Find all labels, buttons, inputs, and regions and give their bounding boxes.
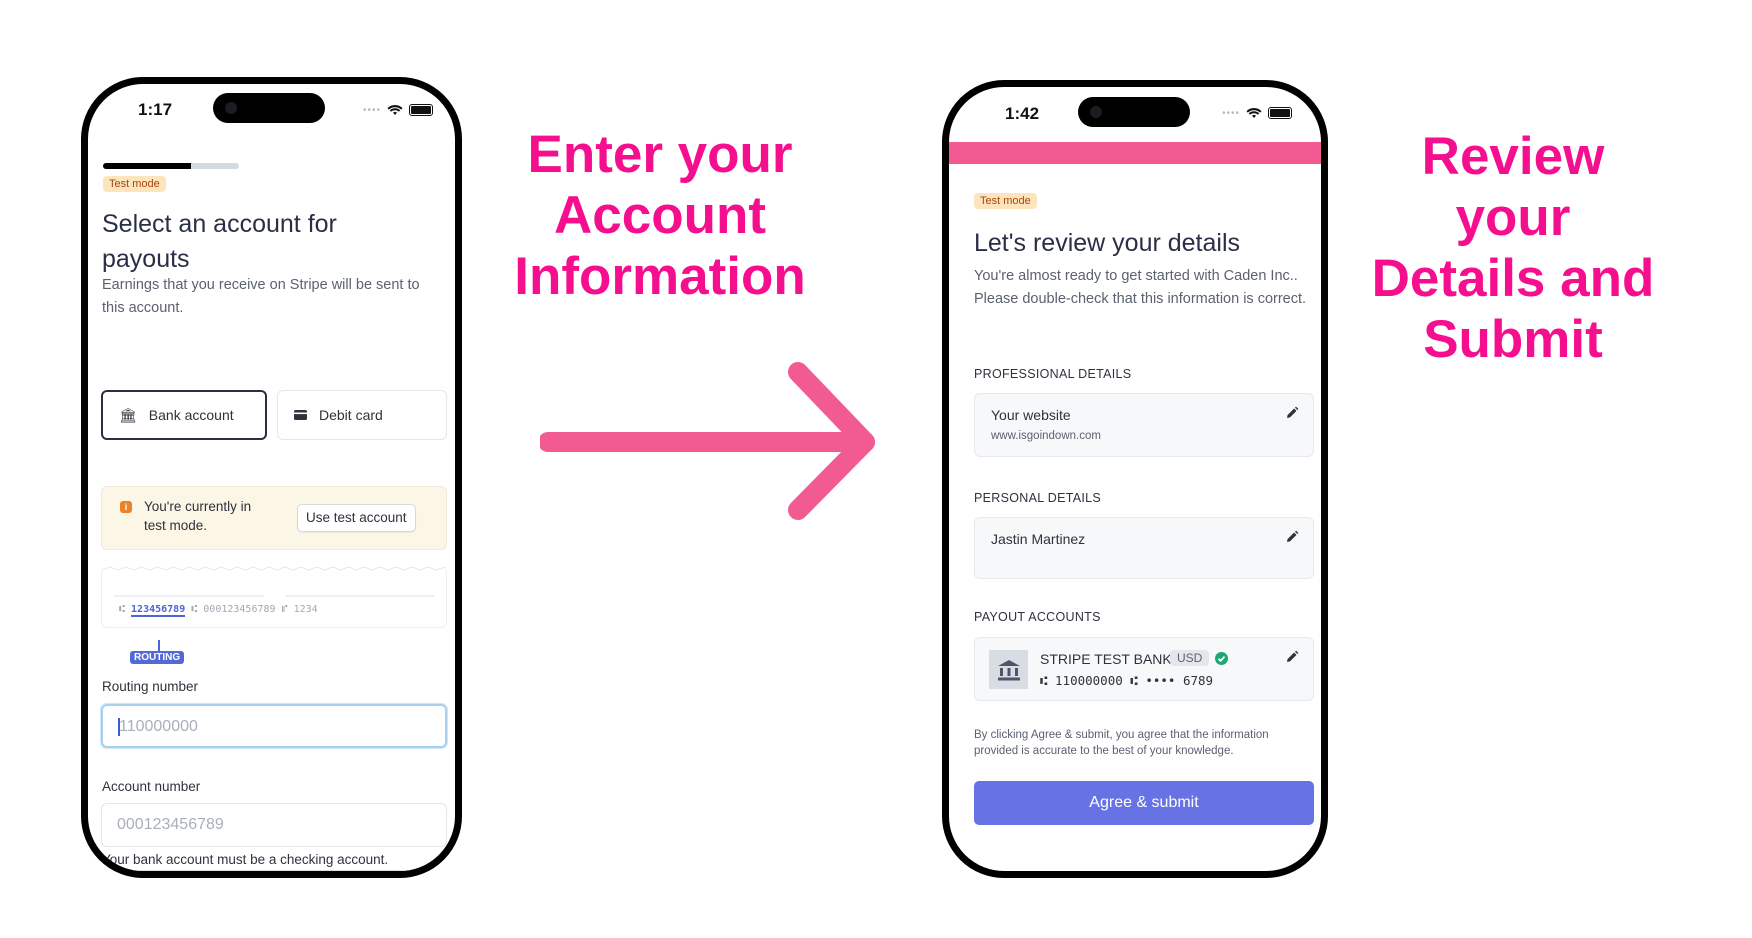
routing-tag: ROUTING (130, 651, 185, 664)
headline-line: Review (1421, 127, 1605, 186)
test-mode-badge: Test mode (974, 193, 1037, 209)
headline-line: Submit (1423, 310, 1603, 369)
wifi-icon (387, 105, 403, 115)
check-torn-edge (102, 566, 446, 571)
bank-numbers: ⑆ 110000000 ⑆ •••• 6789 (1040, 673, 1213, 688)
camera-icon (1090, 106, 1102, 118)
status-time: 1:42 (1005, 104, 1040, 123)
alert-text: You're currently in test mode. (144, 499, 252, 533)
account-number-input[interactable]: 000123456789 (101, 803, 447, 847)
routing-pointer (158, 640, 160, 651)
bank-icon: 🏛 (119, 406, 137, 423)
headline-line: Enter your (527, 125, 793, 184)
phone-right-review-details: 1:42 •••• Test mode Let's review your de… (942, 80, 1328, 878)
headline-line: your (1455, 188, 1571, 247)
micr-routing: 123456789 (131, 604, 186, 617)
phone-left-payout-setup: 1:17 •••• Test mode Select an account fo… (81, 77, 462, 878)
micr-check-number: 1234 (293, 604, 318, 615)
right-arrow-icon (540, 362, 875, 520)
transit-symbol-icon: ⑆ (1040, 673, 1056, 688)
bank-name: STRIPE TEST BANK (1040, 651, 1172, 667)
page-subtitle: You're almost ready to get started with … (974, 268, 1307, 307)
account-number-placeholder: 000123456789 (117, 816, 224, 833)
info-icon: i (120, 501, 132, 513)
wifi-icon (1246, 108, 1262, 118)
edit-pencil-icon[interactable] (1285, 650, 1299, 664)
check-line (285, 595, 435, 597)
progress-bar (103, 163, 239, 169)
tab-debit-card-label: Debit card (319, 407, 383, 423)
browser-bottom-bar (88, 870, 455, 871)
status-icons: •••• (1222, 107, 1293, 119)
routing-number-label: Routing number (102, 679, 199, 694)
use-test-account-button[interactable]: Use test account (297, 504, 416, 532)
bank-icon (989, 650, 1028, 689)
account-number-label: Account number (102, 779, 201, 794)
headline-review-submit: Review your Details and Submit (1355, 126, 1671, 370)
website-title: Your website (991, 407, 1071, 423)
onus-symbol-icon: ⑈ (281, 604, 294, 615)
currency-badge: USD (1170, 650, 1210, 666)
test-mode-badge: Test mode (103, 176, 166, 192)
page-title: Select an account for payouts (102, 210, 337, 273)
bank-routing: 110000000 (1055, 673, 1123, 688)
check-illustration: ⑆ 123456789 ⑆ 000123456789 ⑈ 1234 (101, 566, 447, 628)
website-card[interactable]: Your website www.isgoindown.com (974, 393, 1314, 457)
card-icon (294, 407, 307, 423)
tab-bank-account-label: Bank account (148, 407, 234, 423)
page-subtitle: Earnings that you receive on Stripe will… (102, 277, 420, 316)
headline-line: Information (514, 247, 806, 306)
payout-account-card[interactable]: STRIPE TEST BANK USD ⑆ 110000000 ⑆ •••• … (974, 637, 1314, 701)
checking-account-hint: Your bank account must be a checking acc… (102, 852, 389, 867)
headline-line: Details and (1371, 249, 1655, 308)
page-title: Let's review your details (974, 229, 1241, 257)
progress-fill (103, 163, 192, 169)
personal-card[interactable]: Jastin Martinez (974, 517, 1314, 579)
edit-pencil-icon[interactable] (1285, 406, 1299, 420)
verified-check-icon (1215, 652, 1228, 665)
battery-icon (409, 104, 434, 116)
tab-debit-card[interactable]: Debit card (277, 390, 447, 440)
battery-icon (1268, 107, 1293, 119)
routing-number-placeholder: 110000000 (119, 718, 198, 735)
agree-submit-button[interactable]: Agree & submit (974, 781, 1314, 825)
transit-symbol-icon: ⑆ (119, 604, 132, 615)
person-name: Jastin Martinez (991, 531, 1086, 547)
signal-icon: •••• (363, 104, 382, 116)
micr-account: 000123456789 (203, 604, 276, 615)
check-line (114, 595, 264, 597)
tab-bank-account[interactable]: 🏛 Bank account (101, 390, 267, 440)
agreement-disclaimer: By clicking Agree & submit, you agree th… (974, 729, 1269, 757)
status-time: 1:17 (138, 100, 173, 119)
headline-line: Account (554, 186, 766, 245)
dynamic-island (213, 93, 325, 123)
edit-pencil-icon[interactable] (1285, 530, 1299, 544)
website-value: www.isgoindown.com (991, 430, 1101, 442)
routing-number-input[interactable]: 110000000 (101, 704, 447, 748)
signal-icon: •••• (1222, 107, 1241, 119)
brand-header-bar (949, 142, 1321, 164)
headline-enter-account-info: Enter your Account Information (500, 124, 820, 307)
professional-details-heading: PROFESSIONAL DETAILS (974, 367, 1132, 381)
transit-symbol-icon: ⑆ (191, 604, 204, 615)
personal-details-heading: PERSONAL DETAILS (974, 491, 1102, 505)
micr-line: ⑆ 123456789 ⑆ 000123456789 ⑈ 1234 (119, 604, 318, 617)
camera-icon (225, 102, 237, 114)
bank-account-masked: •••• 6789 (1145, 673, 1214, 688)
test-mode-alert: i You're currently in test mode. Use tes… (101, 486, 447, 550)
transit-symbol-icon: ⑆ (1130, 673, 1146, 688)
payout-accounts-heading: PAYOUT ACCOUNTS (974, 610, 1101, 624)
status-icons: •••• (363, 104, 434, 116)
dynamic-island (1078, 97, 1190, 127)
